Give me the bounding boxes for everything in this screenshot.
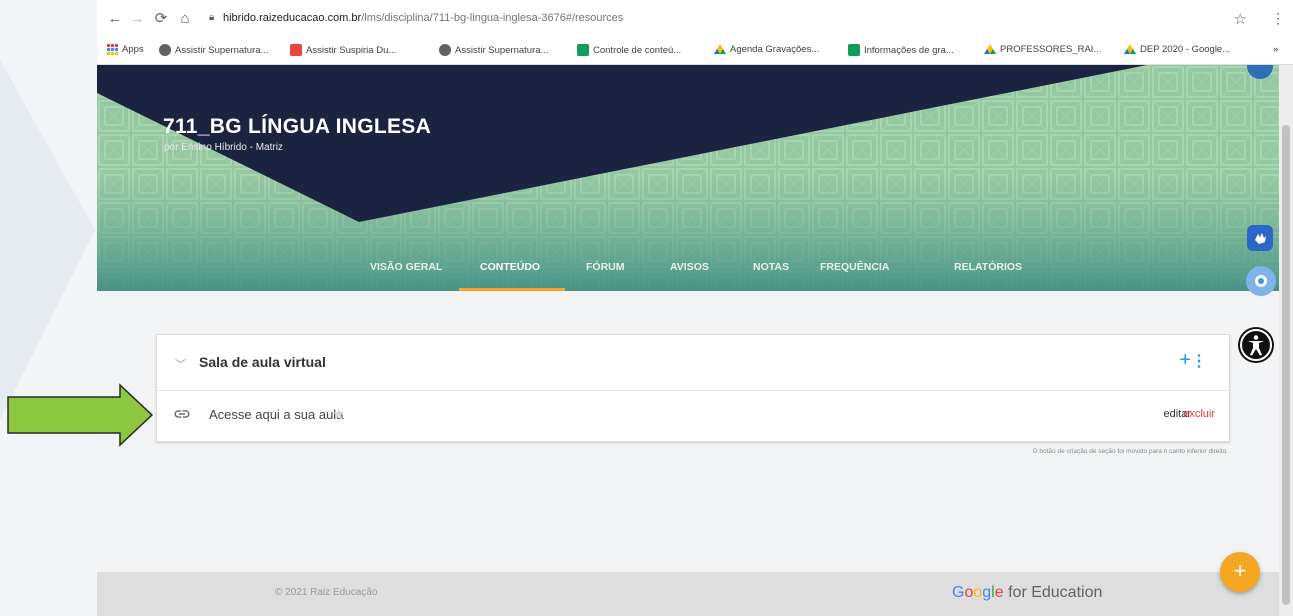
site-favicon-icon bbox=[290, 44, 302, 56]
bookmark-item[interactable]: Controle de conteú... bbox=[577, 44, 681, 56]
copyright-text: © 2021 Raiz Educação bbox=[275, 587, 378, 598]
bookmark-apps[interactable]: Apps bbox=[107, 44, 144, 55]
course-tabs: VISÃO GERAL CONTEÚDO FÓRUM AVISOS NOTAS … bbox=[97, 248, 1279, 291]
favorite-star-icon[interactable]: ★ bbox=[332, 405, 345, 423]
bookmark-item[interactable]: PROFESSORES_RAI... bbox=[984, 44, 1101, 55]
google-for-education-logo: Google for Education bbox=[952, 584, 1103, 601]
section-card: ﹀ Sala de aula virtual + ⋮ Acesse aqui a… bbox=[156, 334, 1230, 442]
page-content: 711_BG LÍNGUA INGLESA por Ensino Híbrido… bbox=[97, 65, 1279, 616]
tab-frequencia[interactable]: FREQUÊNCIA bbox=[820, 261, 889, 273]
sheets-icon bbox=[577, 44, 589, 56]
accessibility-icon[interactable] bbox=[1238, 327, 1274, 363]
url-host: hibrido.raizeducacao.com.br bbox=[223, 12, 362, 24]
bookmark-label: DEP 2020 - Google... bbox=[1140, 44, 1231, 55]
bookmarks-bar: Apps Assistir Supernatura... Assistir Su… bbox=[97, 40, 1293, 65]
home-icon[interactable]: ⌂ bbox=[175, 9, 195, 29]
drive-icon bbox=[984, 44, 996, 54]
globe-icon bbox=[159, 44, 171, 56]
lock-icon: 🔒︎ bbox=[209, 12, 215, 23]
add-item-button[interactable]: + bbox=[1179, 349, 1191, 372]
bookmark-label: Assistir Suspiria Du... bbox=[306, 44, 397, 56]
section-button-hint: O botão de criação de seção foi movido p… bbox=[1032, 448, 1228, 455]
browser-toolbar: ← → ⟳ ⌂ 🔒︎ hibrido.raizeducacao.com.br/l… bbox=[97, 0, 1293, 40]
section-header: ﹀ Sala de aula virtual + ⋮ bbox=[157, 335, 1229, 391]
browser-window: ← → ⟳ ⌂ 🔒︎ hibrido.raizeducacao.com.br/l… bbox=[97, 0, 1293, 616]
sheets-icon bbox=[848, 44, 860, 56]
url-path: /lms/disciplina/711-bg-lingua-inglesa-36… bbox=[361, 12, 624, 24]
bookmark-item[interactable]: Assistir Suspiria Du... bbox=[290, 44, 396, 56]
green-arrow-annotation bbox=[7, 383, 154, 447]
link-icon bbox=[174, 410, 190, 418]
section-menu-icon[interactable]: ⋮ bbox=[1191, 351, 1207, 371]
bookmark-label: Agenda Gravações... bbox=[730, 44, 820, 55]
item-title-link[interactable]: Acesse aqui a sua aula bbox=[209, 407, 343, 422]
apps-grid-icon bbox=[107, 44, 118, 55]
tab-notas[interactable]: NOTAS bbox=[753, 261, 789, 273]
bookmark-item[interactable]: Informações de gra... bbox=[848, 44, 954, 56]
tab-avisos[interactable]: AVISOS bbox=[670, 261, 709, 273]
bookmark-item[interactable]: Assistir Supernatura... bbox=[439, 44, 548, 56]
course-banner: 711_BG LÍNGUA INGLESA por Ensino Híbrido… bbox=[97, 65, 1279, 291]
course-subtitle: por Ensino Híbrido - Matriz bbox=[164, 142, 283, 153]
page-footer: © 2021 Raiz Educação Google for Educatio… bbox=[97, 572, 1279, 616]
browser-menu-icon[interactable]: ⋮ bbox=[1271, 10, 1285, 27]
reload-icon[interactable]: ⟳ bbox=[151, 9, 171, 29]
bookmark-label: Informações de gra... bbox=[864, 44, 954, 56]
bookmark-label: Controle de conteú... bbox=[593, 44, 682, 56]
bookmark-label: Apps bbox=[122, 44, 144, 55]
scrollbar-thumb[interactable] bbox=[1282, 125, 1290, 605]
address-bar[interactable]: hibrido.raizeducacao.com.br/lms/discipli… bbox=[223, 12, 623, 24]
add-section-fab[interactable]: + bbox=[1220, 552, 1260, 592]
sign-language-icon[interactable] bbox=[1247, 225, 1273, 251]
left-background-decoration bbox=[0, 0, 97, 616]
globe-icon bbox=[439, 44, 451, 56]
more-bookmarks-icon[interactable]: » bbox=[1273, 44, 1278, 55]
tab-forum[interactable]: FÓRUM bbox=[586, 261, 625, 273]
bookmark-label: Assistir Supernatura... bbox=[455, 44, 549, 56]
chat-help-icon[interactable] bbox=[1246, 266, 1276, 296]
delete-link[interactable]: excluir bbox=[1183, 408, 1215, 420]
tab-visao-geral[interactable]: VISÃO GERAL bbox=[370, 261, 442, 273]
drive-icon bbox=[1124, 44, 1136, 54]
bookmark-label: Assistir Supernatura... bbox=[175, 44, 269, 56]
tab-relatorios[interactable]: RELATÓRIOS bbox=[954, 261, 1022, 273]
more-bookmarks-label: » bbox=[1273, 44, 1279, 55]
bookmark-item[interactable]: DEP 2020 - Google... bbox=[1124, 44, 1230, 55]
page-scrollbar[interactable] bbox=[1279, 65, 1293, 616]
chevron-down-icon[interactable]: ﹀ bbox=[175, 356, 186, 372]
active-tab-indicator bbox=[459, 288, 565, 291]
bookmark-item[interactable]: Assistir Supernatura... bbox=[159, 44, 268, 56]
bookmark-star-icon[interactable]: ☆ bbox=[1234, 10, 1247, 28]
tab-conteudo[interactable]: CONTEÚDO bbox=[480, 261, 540, 273]
course-title: 711_BG LÍNGUA INGLESA bbox=[163, 115, 432, 138]
forward-arrow-icon[interactable]: → bbox=[127, 9, 147, 29]
list-item[interactable]: Acesse aqui a sua aula ★ editar excluir bbox=[157, 391, 1229, 441]
section-title: Sala de aula virtual bbox=[199, 354, 326, 370]
bookmark-item[interactable]: Agenda Gravações... bbox=[714, 44, 819, 55]
for-education-label: for Education bbox=[1008, 584, 1103, 601]
bookmark-label: PROFESSORES_RAI... bbox=[1000, 44, 1102, 55]
back-arrow-icon[interactable]: ← bbox=[105, 9, 125, 29]
drive-icon bbox=[714, 44, 726, 54]
